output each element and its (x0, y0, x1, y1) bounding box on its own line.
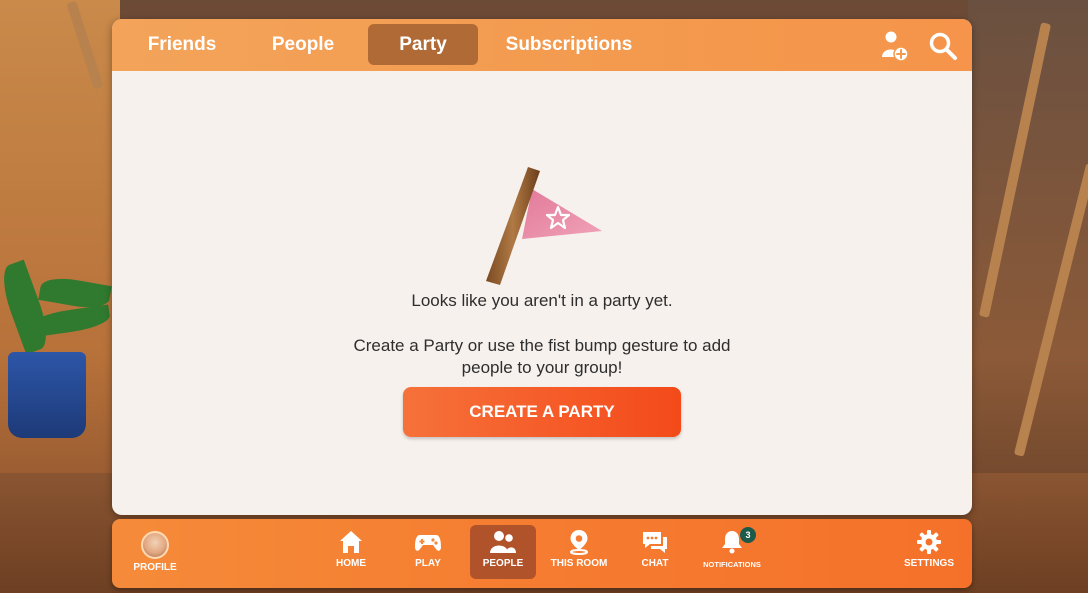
nav-this-room[interactable]: THIS ROOM (546, 525, 612, 579)
nav-profile[interactable]: PROFILE (122, 525, 188, 579)
gamepad-icon (415, 535, 441, 551)
bottom-nav: PROFILE HOME PLAY PEOPLE THIS ROOM CHAT … (112, 519, 972, 588)
empty-party-message: Looks like you aren't in a party yet. (411, 291, 673, 310)
nav-people[interactable]: PEOPLE (470, 525, 536, 579)
tab-party[interactable]: Party (368, 24, 478, 65)
nav-settings-label: SETTINGS (903, 558, 954, 569)
nav-home-label: HOME (336, 558, 366, 569)
tab-bar: Friends People Party Subscriptions (112, 19, 972, 71)
avatar (141, 531, 169, 559)
location-pin-icon (570, 530, 588, 555)
nav-people-label: PEOPLE (482, 558, 524, 569)
nav-notifications-label: NOTIFICATIONS (703, 560, 761, 569)
tab-people[interactable]: People (258, 24, 348, 65)
notification-count-badge: 3 (740, 527, 756, 543)
home-icon (340, 531, 362, 553)
party-help-text: Create a Party or use the fist bump gest… (353, 336, 731, 377)
people-icon (490, 531, 516, 553)
nav-notifications[interactable]: 3 NOTIFICATIONS (694, 525, 770, 579)
chat-icon (643, 532, 667, 553)
nav-play[interactable]: PLAY (395, 525, 461, 579)
plant-pot (8, 352, 86, 438)
nav-profile-label: PROFILE (133, 562, 177, 573)
create-party-button[interactable]: CREATE A PARTY (403, 387, 681, 437)
add-person-icon[interactable] (878, 29, 912, 63)
nav-home[interactable]: HOME (318, 525, 384, 579)
people-panel: Friends People Party Subscriptions Looks… (112, 19, 972, 515)
nav-chat-label: CHAT (641, 558, 669, 569)
nav-play-label: PLAY (415, 558, 441, 569)
nav-chat[interactable]: CHAT (622, 525, 688, 579)
tab-subscriptions[interactable]: Subscriptions (494, 24, 644, 65)
search-icon[interactable] (926, 29, 960, 63)
nav-this-room-label: THIS ROOM (550, 558, 608, 569)
party-flag-icon (474, 153, 614, 293)
gear-icon (917, 530, 941, 554)
party-empty-state: Looks like you aren't in a party yet. Cr… (112, 71, 972, 515)
tab-friends[interactable]: Friends (134, 24, 230, 65)
nav-settings[interactable]: SETTINGS (896, 525, 962, 579)
